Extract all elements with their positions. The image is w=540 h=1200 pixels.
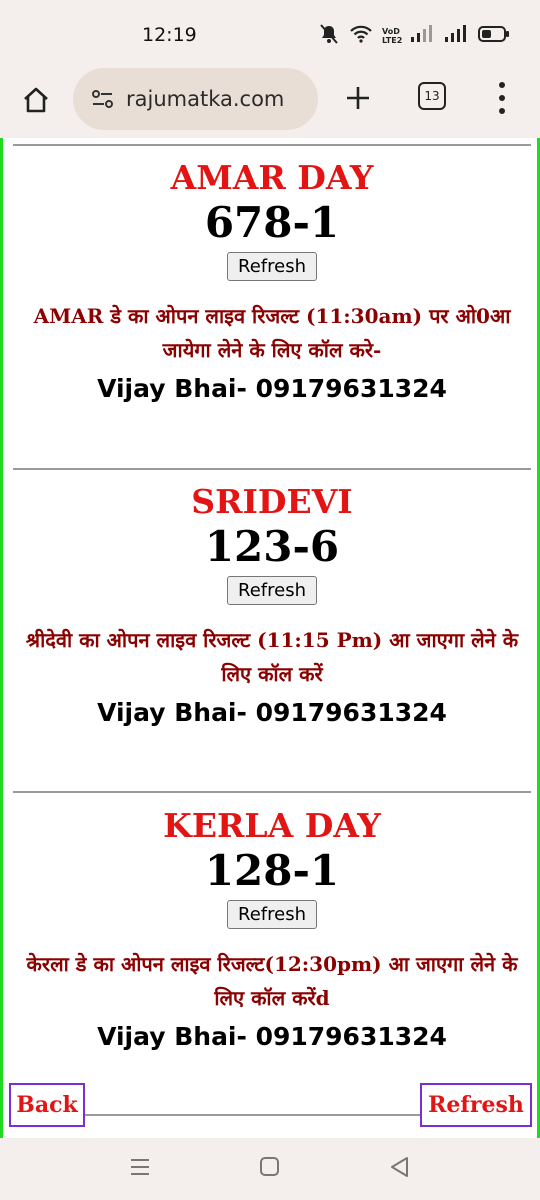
divider [13, 468, 531, 470]
signal-2-icon [444, 25, 468, 47]
game-block-kerla-day: KERLA DAY 128-1 Refresh केरला डे का ओपन … [11, 806, 533, 1055]
menu-dot-icon [499, 95, 505, 101]
game-block-amar-day: AMAR DAY 678-1 Refresh AMAR डे का ओपन ला… [11, 158, 533, 407]
square-home-icon [260, 1157, 279, 1176]
volte-icon: VoD LTE2 [382, 27, 403, 45]
status-icons: VoD LTE2 [318, 24, 510, 48]
game-block-sridevi: SRIDEVI 123-6 Refresh श्रीदेवी का ओपन ला… [11, 482, 533, 731]
game-result: 128-1 [204, 846, 340, 895]
recent-apps-button[interactable] [128, 1156, 152, 1182]
contact-text: Vijay Bhai- 09179631324 [97, 698, 447, 727]
refresh-button[interactable]: Refresh [227, 576, 317, 605]
divider [13, 144, 531, 146]
site-settings-icon[interactable] [90, 86, 116, 112]
address-bar[interactable]: rajumatka.com [73, 68, 318, 130]
refresh-button[interactable]: Refresh [227, 900, 317, 929]
game-name: KERLA DAY [163, 806, 381, 845]
game-name: AMAR DAY [170, 158, 374, 197]
browser-toolbar: rajumatka.com 13 [0, 66, 540, 138]
contact-text: Vijay Bhai- 09179631324 [97, 374, 447, 403]
system-nav-bar [0, 1138, 540, 1200]
divider [13, 791, 531, 793]
tab-switcher-button[interactable]: 13 [418, 82, 446, 110]
tab-count: 13 [424, 89, 440, 103]
battery-icon [478, 25, 510, 47]
wifi-icon [350, 25, 372, 47]
menu-dot-icon [499, 108, 505, 114]
home-nav-button[interactable] [258, 1156, 282, 1182]
game-result: 678-1 [204, 198, 340, 247]
game-info-text: केरला डे का ओपन लाइव रिजल्ट(12:30pm) आ ज… [26, 952, 518, 1010]
menu-dot-icon [499, 82, 505, 88]
plus-icon [347, 87, 369, 109]
back-button[interactable]: Back [9, 1083, 85, 1127]
home-icon [24, 87, 48, 113]
more-menu-button[interactable] [490, 82, 514, 114]
menu-lines-icon [131, 1159, 149, 1175]
new-tab-button[interactable] [338, 78, 378, 118]
contact-text: Vijay Bhai- 09179631324 [97, 1022, 447, 1051]
game-name: SRIDEVI [191, 482, 353, 521]
game-info-text: श्रीदेवी का ओपन लाइव रिजल्ट (11:15 Pm) आ… [25, 628, 519, 686]
refresh-button[interactable]: Refresh [227, 252, 317, 281]
home-button[interactable] [14, 78, 58, 122]
triangle-back-icon [391, 1157, 408, 1177]
refresh-page-button[interactable]: Refresh [420, 1083, 532, 1127]
back-nav-button[interactable] [388, 1156, 412, 1182]
status-time: 12:19 [142, 24, 197, 46]
page-content: AMAR DAY 678-1 Refresh AMAR डे का ओपन ला… [0, 138, 540, 1138]
signal-1-icon [410, 25, 434, 47]
game-result: 123-6 [204, 522, 340, 571]
game-info-text: AMAR डे का ओपन लाइव रिजल्ट (11:30am) पर … [33, 304, 511, 362]
status-bar: 12:19 VoD LTE2 [0, 0, 540, 66]
url-text[interactable]: rajumatka.com [126, 87, 284, 111]
mute-icon [318, 24, 340, 48]
